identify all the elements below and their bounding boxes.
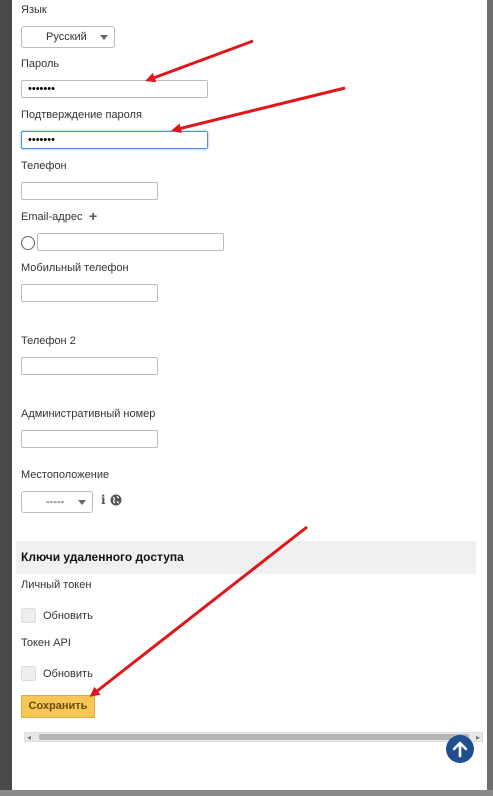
annotation-arrow-save (89, 525, 308, 697)
annotation-arrow-password (145, 39, 254, 83)
annotation-arrow-password-confirm (171, 86, 346, 134)
annotation-arrows (89, 39, 346, 697)
